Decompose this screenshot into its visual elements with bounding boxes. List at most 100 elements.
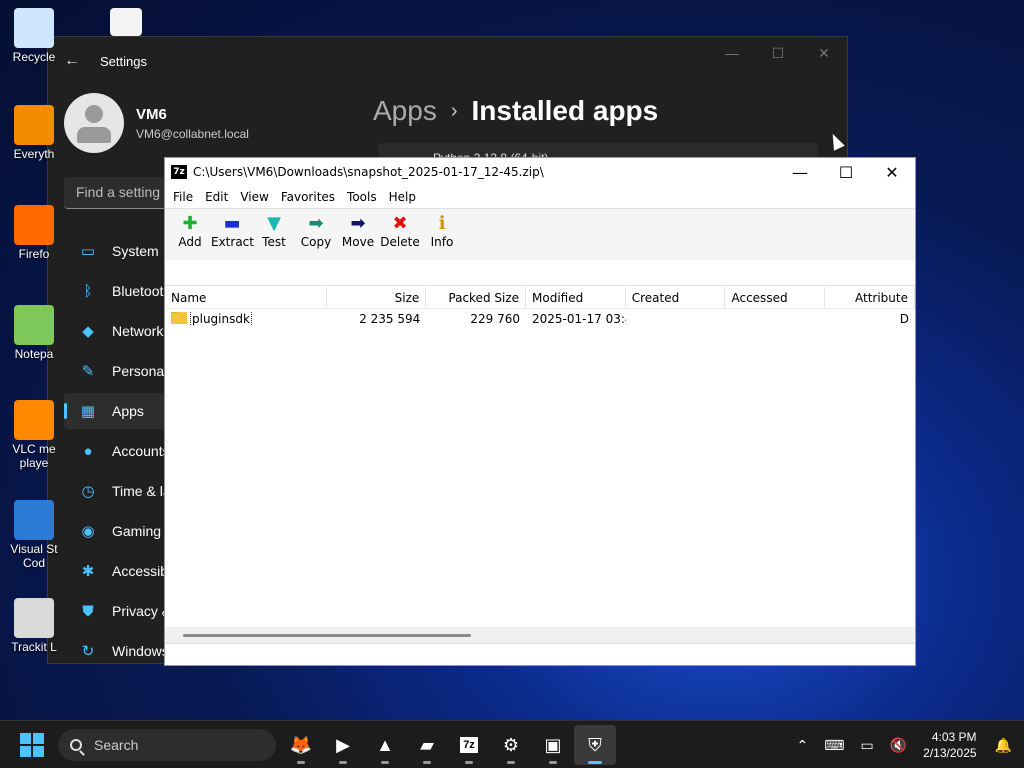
taskbar-remote-desktop-button[interactable]: ▣ <box>532 725 574 765</box>
vlc-icon <box>14 400 54 440</box>
desktop-shortcut-4[interactable]: VLC me playe <box>4 400 64 470</box>
desktop-shortcut-5[interactable]: Visual St Cod <box>4 500 64 570</box>
network-tray-icon[interactable]: ▭ <box>861 737 874 754</box>
notification-bell-icon[interactable]: 🔔 <box>995 737 1012 754</box>
column-headers: Name Size Packed Size Modified Created A… <box>165 286 915 309</box>
running-indicator <box>507 761 515 764</box>
desktop-shortcut-0[interactable]: Recycle <box>4 8 64 64</box>
menu-file[interactable]: File <box>167 190 199 204</box>
add-button[interactable]: ✚ Add <box>169 209 211 249</box>
accounts-icon: ● <box>83 442 93 460</box>
search-icon <box>70 739 82 751</box>
extract-button[interactable]: ▬ Extract <box>211 209 254 249</box>
chevron-up-icon[interactable]: ⌃ <box>797 737 809 754</box>
firefox-icon: 🦊 <box>289 734 313 755</box>
desktop-shortcut-label: Visual St Cod <box>10 542 58 570</box>
taskbar-search[interactable]: Search <box>58 729 276 761</box>
minimize-button[interactable]: — <box>709 37 755 69</box>
profile-name: VM6 <box>136 105 167 123</box>
user-profile[interactable]: VM6 VM6@collabnet.local <box>64 93 249 153</box>
desktop-shortcut-label: Everyth <box>13 147 55 161</box>
page-title: Apps › Installed apps <box>373 95 658 127</box>
col-accessed[interactable]: Accessed <box>725 286 826 309</box>
toolbar-label: Add <box>178 235 202 249</box>
taskbar-firefox-button[interactable]: 🦊 <box>280 725 322 765</box>
desktop-shortcut-label: Recycle <box>12 50 56 64</box>
cell-modified: 2025-01-17 03:45 <box>532 312 626 326</box>
copy-button[interactable]: ➡ Copy <box>295 209 337 249</box>
system-icon: ▭ <box>80 243 96 260</box>
desktop-shortcut-6[interactable]: Trackit L <box>4 598 64 654</box>
toolbar-label: Test <box>262 235 286 249</box>
menu-favorites[interactable]: Favorites <box>275 190 341 204</box>
7zip-window: 7z C:\Users\VM6\Downloads\snapshot_2025-… <box>164 157 916 666</box>
horizontal-scrollbar[interactable] <box>165 627 915 643</box>
taskbar-7zip-button[interactable]: 7z <box>448 725 490 765</box>
menu-view[interactable]: View <box>234 190 274 204</box>
address-bar[interactable] <box>165 260 915 286</box>
clock-time: 4:03 PM <box>931 730 977 744</box>
vscode-icon <box>14 500 54 540</box>
cell-attributes: D <box>899 312 909 326</box>
file-list: pluginsdk 2 235 594 229 760 2025-01-17 03:4… <box>165 309 915 329</box>
firefox-icon <box>14 205 54 245</box>
file-explorer-icon: ▰ <box>420 734 434 755</box>
7zip-minimize-button[interactable]: — <box>777 158 823 186</box>
taskbar-settings-gear-button[interactable]: ⚙ <box>490 725 532 765</box>
status-bar <box>165 643 915 665</box>
breadcrumb-apps[interactable]: Apps <box>373 95 437 127</box>
running-indicator <box>297 761 305 764</box>
settings-gear-icon: ⚙ <box>502 734 520 755</box>
col-attributes[interactable]: Attribute <box>825 286 915 309</box>
desktop-shortcut-label: VLC me playe <box>12 442 56 470</box>
settings-title: Settings <box>100 53 147 69</box>
volume-muted-icon[interactable]: 🔇 <box>890 737 907 754</box>
settings-window-controls: — ☐ ✕ <box>709 37 847 69</box>
notepad-icon <box>14 305 54 345</box>
desktop-file-icon[interactable] <box>96 8 156 38</box>
menu-tools[interactable]: Tools <box>341 190 383 204</box>
menu-help[interactable]: Help <box>383 190 422 204</box>
7zip-close-button[interactable]: ✕ <box>869 158 915 186</box>
7zip-logo-icon: 7z <box>171 165 187 179</box>
apps-icon: ▦ <box>80 403 96 420</box>
info-button[interactable]: ℹ Info <box>421 209 463 249</box>
close-button[interactable]: ✕ <box>801 37 847 69</box>
start-button[interactable] <box>20 732 44 757</box>
nav-item-label: System <box>112 243 159 259</box>
desktop-shortcut-3[interactable]: Notepa <box>4 305 64 361</box>
move-button[interactable]: ➡ Move <box>337 209 379 249</box>
delete-button[interactable]: ✖ Delete <box>379 209 421 249</box>
col-created[interactable]: Created <box>626 286 726 309</box>
toolbar-label: Move <box>341 235 375 249</box>
chevron-right-icon: › <box>450 99 458 122</box>
menu-edit[interactable]: Edit <box>199 190 234 204</box>
taskbar-security-shield-button[interactable]: ⛨ <box>574 725 616 765</box>
scrollbar-thumb[interactable] <box>183 634 471 637</box>
trackit-icon <box>14 598 54 638</box>
running-indicator <box>381 761 389 764</box>
clock[interactable]: 4:03 PM 2/13/2025 <box>923 729 976 761</box>
keyboard-icon[interactable]: ⌨ <box>824 737 844 754</box>
toolbar-label: Copy <box>300 235 332 249</box>
desktop-shortcut-2[interactable]: Firefo <box>4 205 64 261</box>
info-icon: ℹ <box>438 213 446 234</box>
taskbar-media-player-button[interactable]: ▶ <box>322 725 364 765</box>
back-arrow-icon[interactable]: ← <box>64 52 80 70</box>
taskbar-file-explorer-button[interactable]: ▰ <box>406 725 448 765</box>
col-packed-size[interactable]: Packed Size <box>426 286 527 309</box>
desktop-shortcut-1[interactable]: Everyth <box>4 105 64 161</box>
taskbar-photos-button[interactable]: ▲ <box>364 725 406 765</box>
table-row[interactable]: pluginsdk 2 235 594 229 760 2025-01-17 03:4… <box>165 309 915 329</box>
privacy-icon: ⛊ <box>82 602 94 620</box>
clock-date: 2/13/2025 <box>923 746 977 760</box>
7zip-maximize-button[interactable]: ☐ <box>823 158 869 186</box>
maximize-button[interactable]: ☐ <box>755 37 801 69</box>
test-button[interactable]: ▼ Test <box>253 209 295 249</box>
col-modified[interactable]: Modified <box>526 286 626 309</box>
col-size[interactable]: Size <box>327 286 427 309</box>
7zip-window-controls: — ☐ ✕ <box>777 158 915 186</box>
nav-item-label: Apps <box>112 403 144 419</box>
nav-item-label: Network <box>112 323 164 339</box>
col-name[interactable]: Name <box>165 286 327 309</box>
